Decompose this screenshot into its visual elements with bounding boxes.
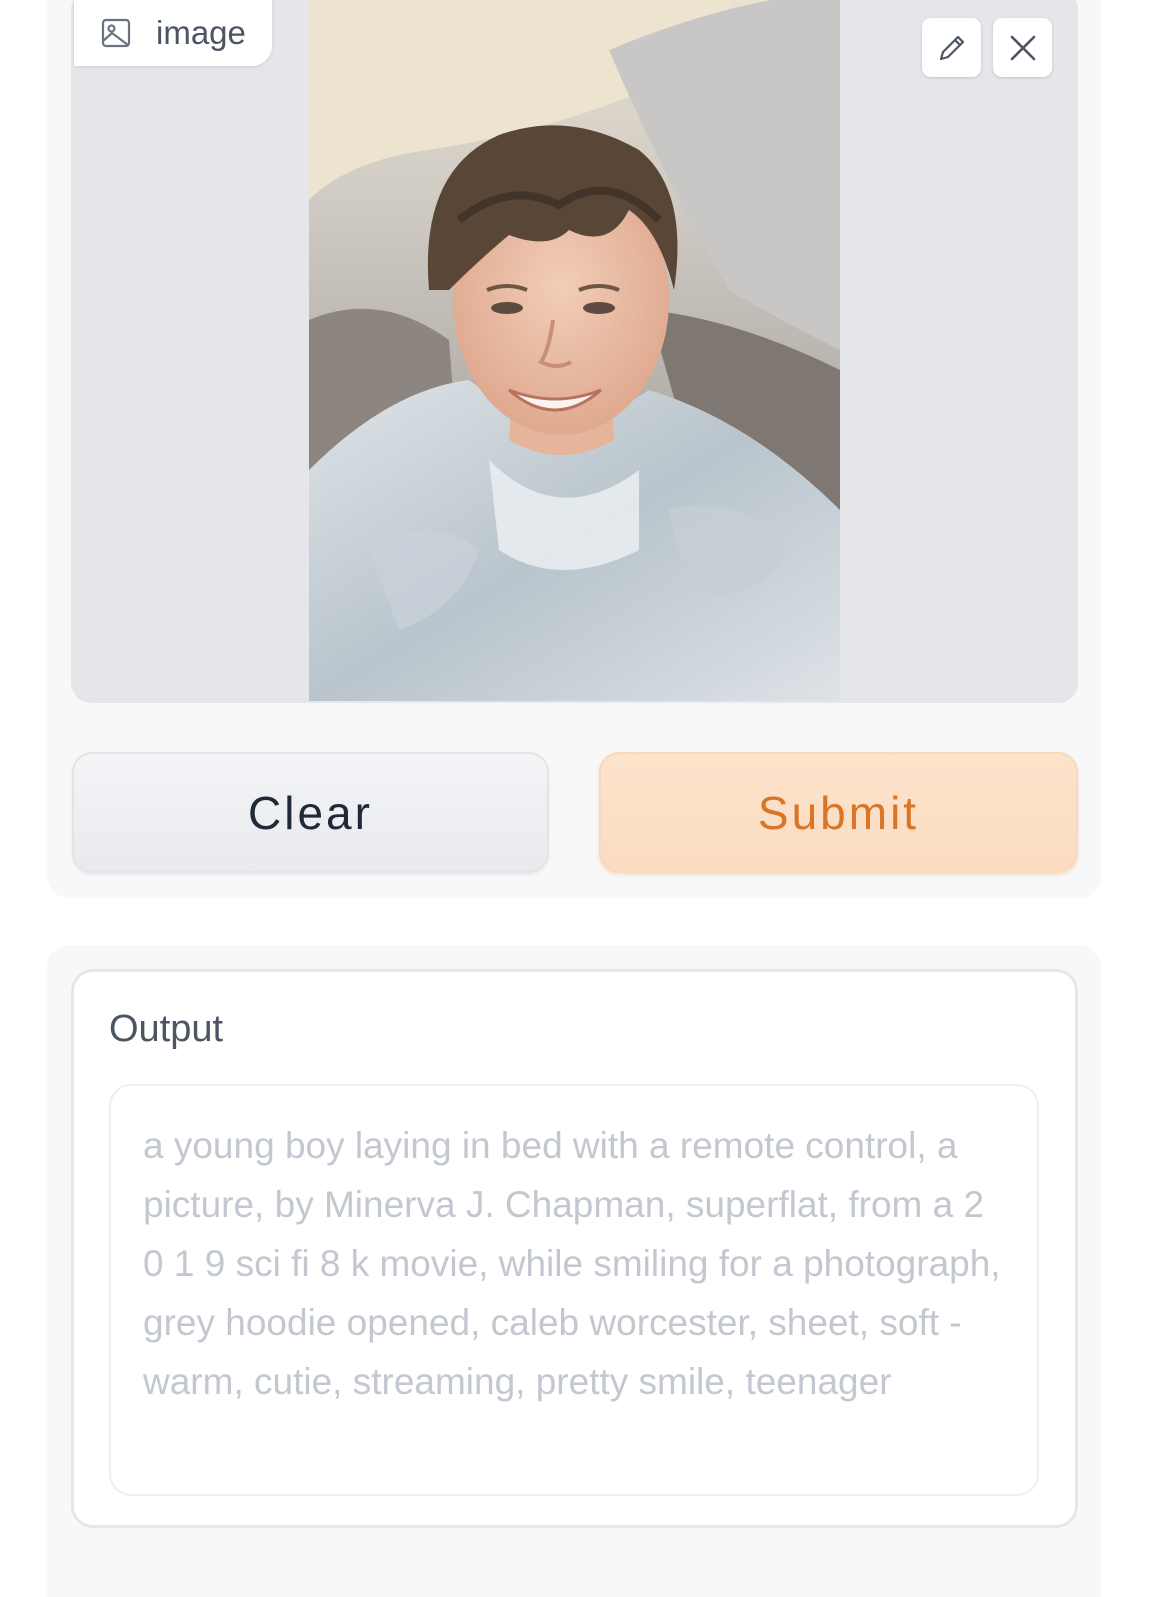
close-icon: [1008, 33, 1038, 63]
remove-image-button[interactable]: [993, 18, 1052, 77]
output-textbox[interactable]: a young boy laying in bed with a remote …: [109, 1084, 1039, 1496]
edit-image-button[interactable]: [922, 18, 981, 77]
submit-button[interactable]: Submit: [599, 752, 1078, 873]
image-label-text: image: [156, 14, 246, 51]
pencil-icon: [935, 31, 969, 65]
uploaded-photo: [309, 0, 840, 701]
output-label: Output: [109, 1008, 224, 1050]
app-page: image Clear Submit Output a young boy la…: [0, 0, 1170, 1597]
clear-button[interactable]: Clear: [72, 752, 549, 873]
image-input-label: image: [74, 0, 272, 66]
image-icon: [100, 17, 132, 49]
